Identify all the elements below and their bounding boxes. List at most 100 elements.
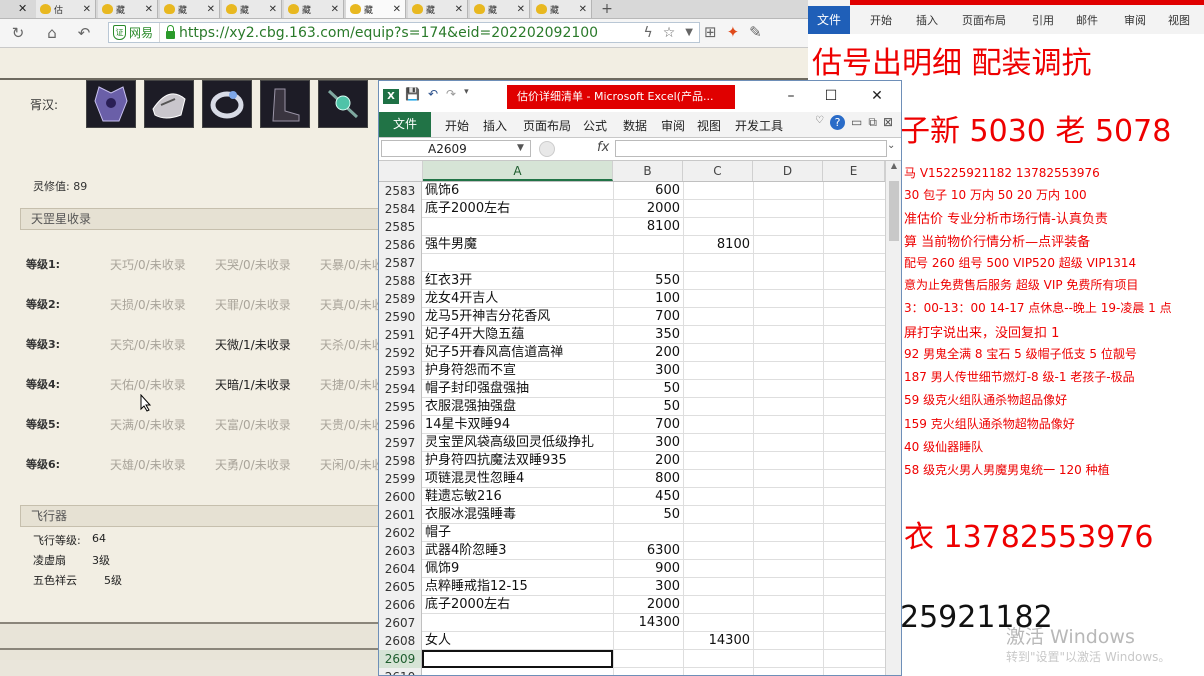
word-ribbon-tab[interactable]: 页面布局 xyxy=(962,12,1006,28)
browser-tab[interactable]: 藏 ✕ xyxy=(222,0,282,18)
cell-a[interactable]: 帽子封印强盘强抽 xyxy=(423,380,615,397)
cell-b[interactable]: 550 xyxy=(613,272,683,289)
excel-ribbon-tab[interactable]: 开始 xyxy=(445,117,469,134)
row-number[interactable]: 2599 xyxy=(379,470,422,488)
cell-c[interactable] xyxy=(683,452,753,469)
cell-a[interactable]: 佩饰9 xyxy=(423,560,615,577)
formula-input[interactable] xyxy=(615,140,887,157)
cell-c[interactable] xyxy=(683,506,753,523)
row-number[interactable]: 2601 xyxy=(379,506,422,524)
wrench-icon[interactable]: ✎ xyxy=(749,23,762,41)
word-ribbon-tab[interactable]: 引用 xyxy=(1032,12,1054,28)
row-number[interactable]: 2590 xyxy=(379,308,422,326)
row-number[interactable]: 2610 xyxy=(379,668,422,675)
cell-c[interactable] xyxy=(683,362,753,379)
column-header[interactable]: D xyxy=(753,161,823,181)
close-icon[interactable]: ✕ xyxy=(331,4,339,15)
redo-icon[interactable]: ↷ xyxy=(446,87,456,101)
cell-c[interactable] xyxy=(683,434,753,451)
cell-b[interactable] xyxy=(613,524,683,541)
back-icon[interactable]: ↶ xyxy=(74,23,94,43)
customize-qat-icon[interactable]: ▾ xyxy=(464,87,469,101)
column-header[interactable]: B xyxy=(613,161,683,181)
row-number[interactable]: 2598 xyxy=(379,452,422,470)
cell-a[interactable]: 女人 xyxy=(423,632,615,649)
cell-b[interactable] xyxy=(613,632,683,649)
cell-c[interactable] xyxy=(683,398,753,415)
cell-a[interactable]: 红衣3开 xyxy=(423,272,615,289)
equip-slot-necklace[interactable] xyxy=(318,80,368,128)
equip-slot-armor[interactable] xyxy=(86,80,136,128)
row-number[interactable]: 2592 xyxy=(379,344,422,362)
word-ribbon-tab[interactable]: 邮件 xyxy=(1076,12,1098,28)
row-number[interactable]: 2600 xyxy=(379,488,422,506)
row-number[interactable]: 2589 xyxy=(379,290,422,308)
row-number[interactable]: 2586 xyxy=(379,236,422,254)
cell-b[interactable]: 14300 xyxy=(613,614,683,631)
cert-badge[interactable]: 证 网易 xyxy=(109,23,161,42)
column-header[interactable]: E xyxy=(823,161,885,181)
cell-a[interactable]: 龙女4开吉人 xyxy=(423,290,615,307)
cell-b[interactable] xyxy=(613,650,683,667)
cell-a[interactable]: 妃子5开春风高信道高禅 xyxy=(423,344,615,361)
cell-a[interactable]: 衣服冰混强睡毒 xyxy=(423,506,615,523)
column-header[interactable]: C xyxy=(683,161,753,181)
close-icon[interactable]: ✕ xyxy=(517,4,525,15)
cell-c[interactable] xyxy=(683,470,753,487)
cell-a[interactable]: 帽子 xyxy=(423,524,615,541)
collapse-ribbon-icon[interactable]: ♡ xyxy=(815,115,824,130)
row-number[interactable]: 2585 xyxy=(379,218,422,236)
ribbon-restore-icon[interactable]: ⧉ xyxy=(868,115,877,130)
cell-c[interactable] xyxy=(683,650,753,667)
dropdown-icon[interactable]: ▼ xyxy=(685,27,693,38)
row-number[interactable]: 2583 xyxy=(379,182,422,200)
close-icon[interactable]: ✕ xyxy=(207,4,215,15)
cell-b[interactable] xyxy=(613,668,683,675)
cell-a[interactable]: 护身符怨而不宣 xyxy=(423,362,615,379)
cell-c[interactable] xyxy=(683,578,753,595)
row-number[interactable]: 2597 xyxy=(379,434,422,452)
close-icon[interactable]: ✕ xyxy=(18,0,27,18)
cell-a[interactable]: 底子2000左右 xyxy=(423,596,615,613)
excel-app-icon[interactable]: X xyxy=(383,89,399,104)
spreadsheet-grid[interactable]: 2583 佩饰6 600 2584 底子2000左右 2000 2585 8100 2586 强牛… xyxy=(379,182,885,675)
cell-c[interactable] xyxy=(683,200,753,217)
cell-a[interactable]: 妃子4开大隐五蕴 xyxy=(423,326,615,343)
cell-a[interactable] xyxy=(423,254,615,271)
browser-tab[interactable]: 藏 ✕ xyxy=(284,0,344,18)
cell-a[interactable]: 佩饰6 xyxy=(423,182,615,199)
cell-c[interactable]: 14300 xyxy=(683,632,753,649)
lightning-icon[interactable]: ϟ xyxy=(643,25,652,41)
cell-c[interactable] xyxy=(683,272,753,289)
cell-c[interactable] xyxy=(683,596,753,613)
cell-c[interactable] xyxy=(683,524,753,541)
cell-a[interactable]: 灵宝罡风袋高级回灵低级挣扎 xyxy=(423,434,615,451)
cell-a[interactable]: 14星卡双睡94 xyxy=(423,416,615,433)
cell-b[interactable] xyxy=(613,236,683,253)
cell-b[interactable]: 300 xyxy=(613,362,683,379)
row-number[interactable]: 2588 xyxy=(379,272,422,290)
row-number[interactable]: 2596 xyxy=(379,416,422,434)
row-number[interactable]: 2605 xyxy=(379,578,422,596)
cell-c[interactable] xyxy=(683,614,753,631)
cell-a[interactable]: 武器4阶忽睡3 xyxy=(423,542,615,559)
url-text[interactable]: https://xy2.cbg.163.com/equip?s=174&eid=… xyxy=(179,25,599,41)
cell-c[interactable] xyxy=(683,326,753,343)
close-icon[interactable]: ✕ xyxy=(393,4,401,15)
close-icon[interactable]: ✕ xyxy=(269,4,277,15)
cell-c[interactable] xyxy=(683,380,753,397)
close-icon[interactable]: ✕ xyxy=(579,4,587,15)
equip-slot-helmet[interactable] xyxy=(144,80,194,128)
cell-c[interactable] xyxy=(683,254,753,271)
refresh-icon[interactable]: ↻ xyxy=(8,23,28,43)
cell-b[interactable]: 900 xyxy=(613,560,683,577)
new-tab-button[interactable]: + xyxy=(596,0,618,18)
cell-b[interactable]: 6300 xyxy=(613,542,683,559)
ribbon-minimize-icon[interactable]: ▭ xyxy=(851,115,862,130)
cell-b[interactable]: 200 xyxy=(613,344,683,361)
browser-tab[interactable]: 藏 ✕ xyxy=(160,0,220,18)
cell-b[interactable]: 2000 xyxy=(613,596,683,613)
cell-b[interactable]: 200 xyxy=(613,452,683,469)
chevron-down-icon[interactable]: ▼ xyxy=(517,140,524,157)
cell-a[interactable]: 底子2000左右 xyxy=(423,200,615,217)
